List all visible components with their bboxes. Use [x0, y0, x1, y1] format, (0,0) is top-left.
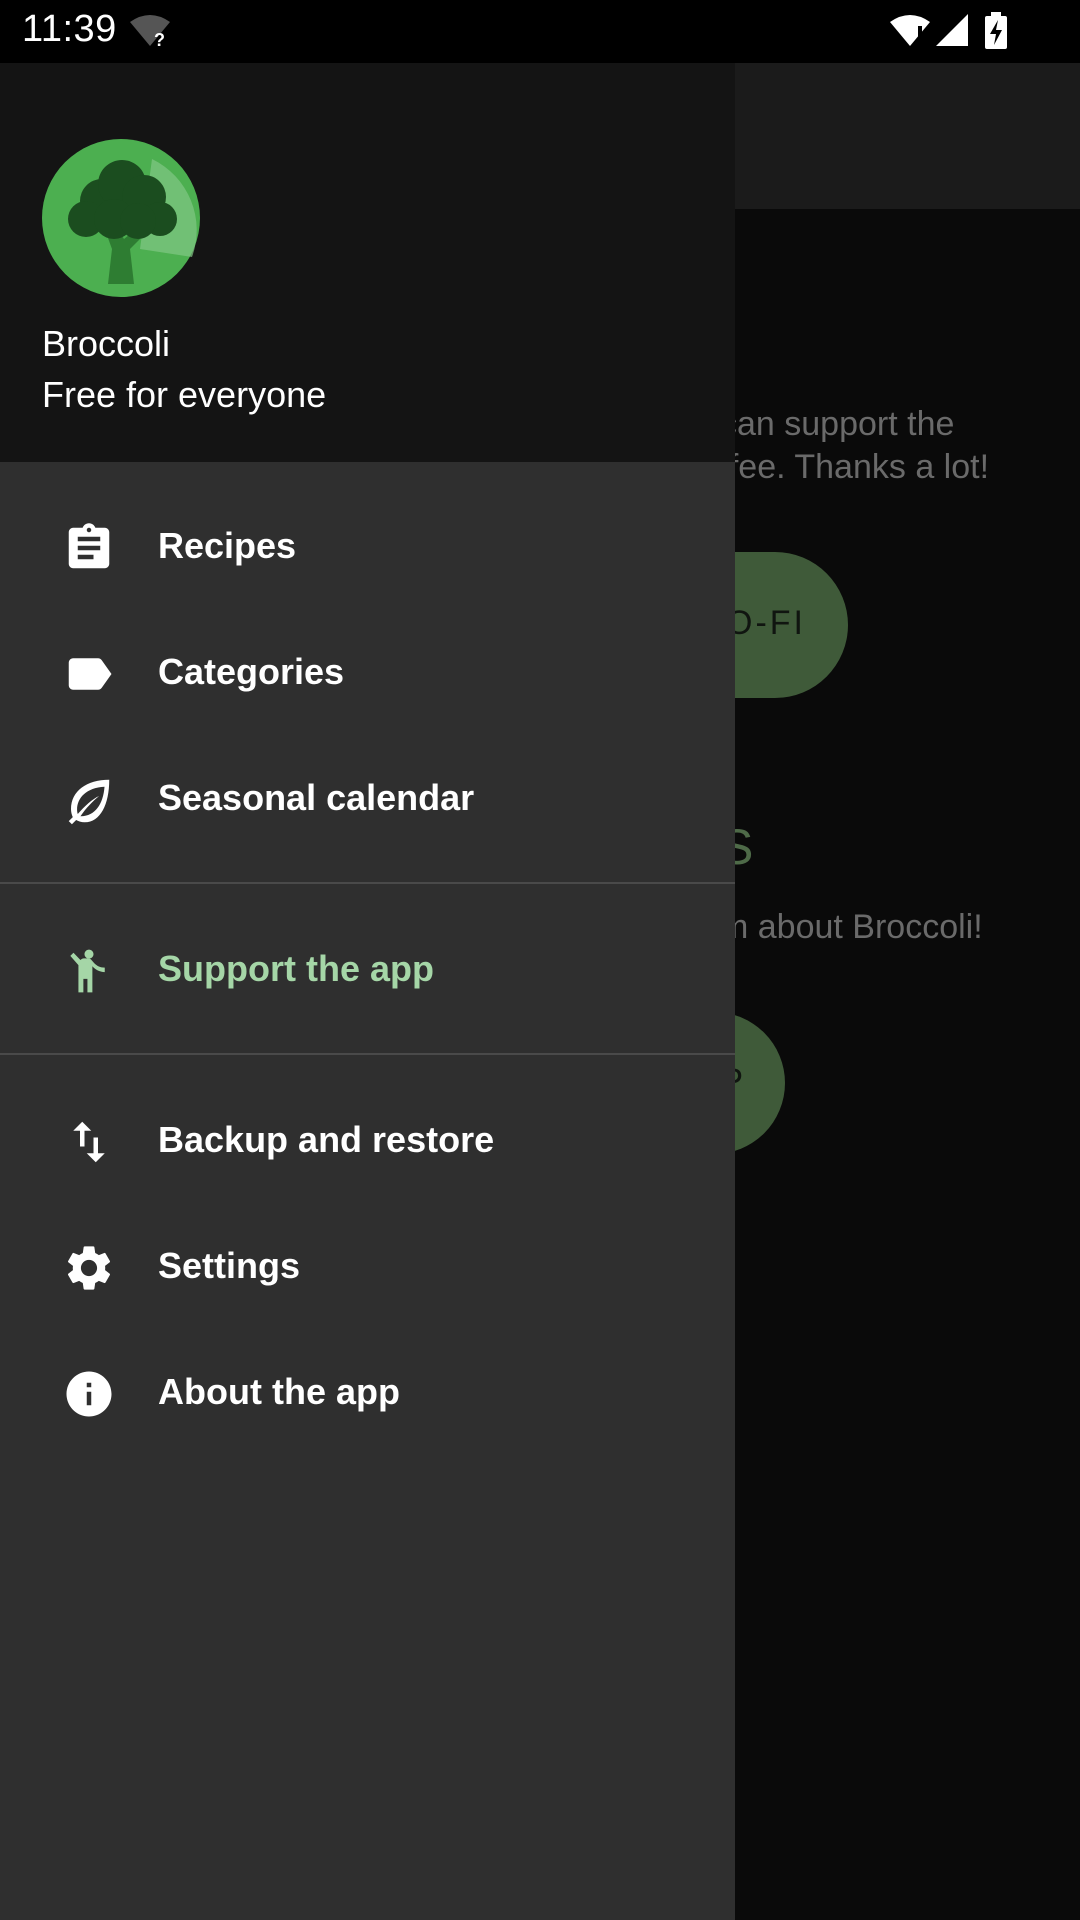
drawer-item-support-the-app[interactable]: Support the app [0, 906, 735, 1032]
status-time: 11:39 [22, 8, 117, 50]
gear-icon [62, 1241, 116, 1295]
drawer-item-label: Recipes [158, 525, 297, 566]
drawer-divider [0, 1053, 735, 1055]
background-text: m about Broccoli! [720, 908, 983, 946]
wifi-icon [888, 12, 932, 53]
drawer-item-categories[interactable]: Categories [0, 609, 735, 735]
background-text: ffee. Thanks a lot! [720, 448, 990, 486]
label-icon [62, 647, 116, 701]
person-waving-icon [62, 944, 116, 998]
signal-icon [934, 12, 970, 53]
battery-charging-icon [984, 12, 1008, 55]
drawer-item-recipes[interactable]: Recipes [0, 483, 735, 609]
drawer-item-about-the-app[interactable]: About the app [0, 1329, 735, 1455]
navigation-drawer: Broccoli Free for everyone Recipes Categ… [0, 63, 735, 1920]
drawer-item-label: About the app [158, 1371, 400, 1412]
drawer-header: Broccoli Free for everyone [0, 63, 735, 462]
drawer-item-label: Support the app [158, 948, 434, 989]
drawer-item-label: Seasonal calendar [158, 777, 475, 818]
drawer-item-label: Categories [158, 651, 345, 692]
svg-text:?: ? [154, 30, 165, 48]
info-icon [62, 1367, 116, 1421]
swap-vertical-icon [62, 1115, 116, 1169]
broccoli-logo-icon [42, 139, 200, 297]
drawer-item-seasonal-calendar[interactable]: Seasonal calendar [0, 735, 735, 861]
leaf-icon [62, 773, 116, 827]
drawer-item-label: Settings [158, 1245, 301, 1286]
drawer-item-settings[interactable]: Settings [0, 1203, 735, 1329]
background-text: can support the [720, 405, 955, 443]
drawer-divider [0, 882, 735, 884]
status-bar: 11:39 ? [0, 0, 1080, 63]
drawer-item-label: Backup and restore [158, 1119, 495, 1160]
wifi-question-icon: ? [128, 12, 172, 53]
clipboard-icon [62, 521, 116, 575]
app-subtitle: Free for everyone [42, 374, 327, 415]
drawer-item-backup-and-restore[interactable]: Backup and restore [0, 1077, 735, 1203]
app-name: Broccoli [42, 323, 171, 364]
